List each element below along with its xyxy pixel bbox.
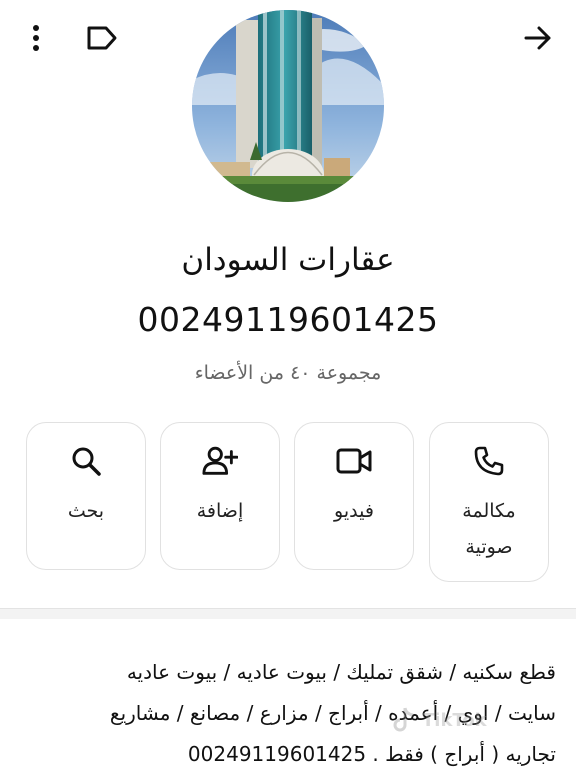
video-call-button-label: فيديو: [334, 500, 374, 522]
watermark-text: TikTok: [422, 709, 487, 731]
add-member-button-label: إضافة: [196, 500, 244, 522]
video-call-button[interactable]: فيديو: [294, 422, 414, 570]
back-button[interactable]: [516, 18, 560, 58]
phone-icon: [471, 443, 507, 479]
more-vertical-icon: [33, 25, 39, 51]
voice-call-button-label: مكالمة صوتية: [462, 500, 516, 558]
label-button[interactable]: [80, 20, 124, 56]
group-name: عقارات السودان: [181, 242, 395, 278]
arrow-right-icon: [524, 26, 551, 50]
action-buttons-row: بحث إضافة فيديو مكالمة صوتية: [0, 422, 576, 582]
section-divider-band: [0, 609, 576, 619]
search-icon: [68, 443, 104, 479]
more-options-button[interactable]: [18, 20, 54, 56]
tiktok-logo-icon: [393, 707, 414, 732]
group-phone-number: 00249119601425: [137, 300, 439, 339]
tiktok-watermark: TikTok: [392, 700, 562, 740]
tower-building-image: [192, 10, 384, 202]
description-line: قطع سكنيه / شقق تمليك / بيوت عاديه / بيو…: [126, 660, 556, 684]
person-add-icon: [202, 443, 238, 479]
group-members-count: مجموعة ٤٠ من الأعضاء: [194, 362, 382, 384]
group-avatar[interactable]: [192, 10, 384, 202]
label-tag-icon: [87, 26, 117, 50]
add-member-button[interactable]: إضافة: [160, 422, 280, 570]
video-camera-icon: [336, 443, 372, 479]
description-line: تجاريه ( أبراج ) فقط . 00249119601425: [187, 742, 556, 766]
voice-call-button[interactable]: مكالمة صوتية: [429, 422, 549, 582]
search-button[interactable]: بحث: [26, 422, 146, 570]
search-button-label: بحث: [67, 500, 105, 522]
